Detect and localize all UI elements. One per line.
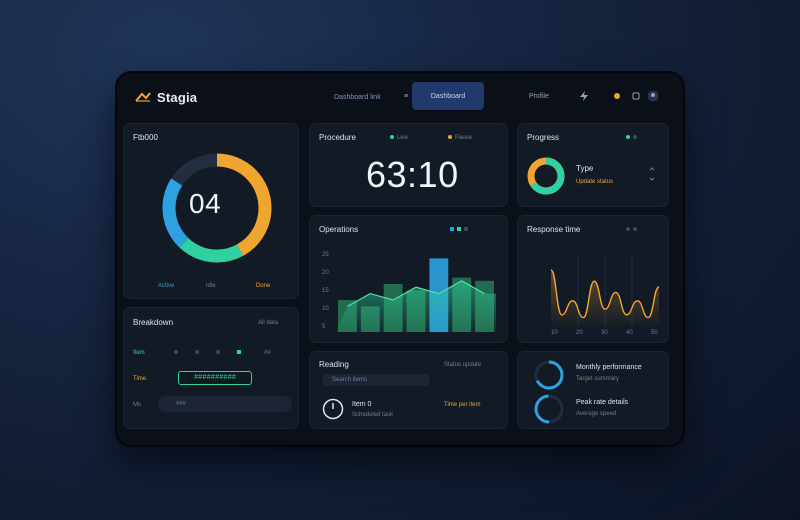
search-input[interactable]: Search items xyxy=(322,374,430,386)
y-tick-label: 5 xyxy=(322,324,326,330)
gauge-ring-2 xyxy=(534,394,564,424)
progress-card-title: Progress xyxy=(527,133,560,142)
top-bar: Stagia Dashboard link ≡ Dashboard Profil… xyxy=(127,79,673,115)
operations-chart xyxy=(336,258,496,332)
progress-card: Progress Type Update status xyxy=(517,123,669,207)
gauge-ring-1 xyxy=(534,360,564,390)
progress-label: Type xyxy=(576,164,594,173)
operations-card-title: Operations xyxy=(319,225,359,234)
response-legend xyxy=(626,227,640,233)
x-tick-label: 30 xyxy=(601,330,608,336)
x-tick-label: 40 xyxy=(626,330,633,336)
response-chart xyxy=(550,256,660,326)
y-tick-label: 20 xyxy=(322,270,329,276)
bell-icon[interactable] xyxy=(629,89,643,103)
response-card-title: Response time xyxy=(527,225,581,234)
gauge-row-2-label: Peak rate details xyxy=(576,399,629,406)
gauge-card: Monthly performance Target summary Peak … xyxy=(517,351,669,429)
row-value-item: ## xyxy=(264,350,271,356)
y-tick-label: 15 xyxy=(322,288,329,294)
breakdown-card-title: Breakdown xyxy=(133,318,174,327)
reading-card-title: Reading xyxy=(319,360,349,369)
reading-meta: Status update xyxy=(444,362,482,368)
legend-pause: Pause xyxy=(448,135,472,141)
response-card: Response time 10 20 30 40 50 xyxy=(517,215,669,343)
app-logo[interactable]: Stagia xyxy=(135,90,197,105)
x-tick-label: 10 xyxy=(551,330,558,336)
reading-item: Item 0 xyxy=(352,401,372,408)
gauge-row-1-label: Monthly performance xyxy=(576,364,642,371)
operations-card: Operations 25 20 15 10 5 xyxy=(309,215,508,343)
gauge-row-1-sub: Target summary xyxy=(576,376,620,382)
sun-icon[interactable] xyxy=(610,89,624,103)
legend-idle: Idle xyxy=(206,283,216,289)
reading-meta2: Time per item xyxy=(444,402,481,408)
timer-icon xyxy=(322,398,344,420)
time-slider[interactable]: ########## xyxy=(178,371,252,385)
tab-dashboard[interactable]: Dashboard xyxy=(412,82,484,110)
breakdown-card: Breakdown All data Item ## Time ########… xyxy=(123,307,299,429)
y-tick-label: 25 xyxy=(322,252,329,258)
device-frame: Stagia Dashboard link ≡ Dashboard Profil… xyxy=(117,73,683,445)
menu-icon[interactable]: ≡ xyxy=(404,93,408,100)
clock-card-title: Procedure xyxy=(319,133,356,142)
progress-legend xyxy=(626,135,640,141)
timer-card: Ftb000 04 Active Idle Done xyxy=(123,123,299,299)
row-label-item: Item xyxy=(133,350,145,356)
area-fill xyxy=(336,280,496,332)
chevron-icon[interactable] xyxy=(648,167,656,181)
row-label-ms: Ms xyxy=(133,402,141,408)
row-value-ms: ### xyxy=(176,401,187,407)
nav-link[interactable]: Dashboard link xyxy=(334,94,381,101)
x-tick-label: 50 xyxy=(651,330,658,336)
x-tick-label: 20 xyxy=(576,330,583,336)
timer-card-title: Ftb000 xyxy=(133,133,158,142)
app-name: Stagia xyxy=(157,89,198,105)
row-track-1[interactable] xyxy=(174,348,246,356)
reading-item-sub: Scheduled task xyxy=(352,412,394,418)
row-label-time: Time xyxy=(133,376,147,382)
timer-value: 04 xyxy=(189,188,222,219)
tab-dashboard-label: Dashboard xyxy=(430,92,466,100)
logo-icon xyxy=(135,92,151,102)
clock-card: Procedure Live Pause 63:10 xyxy=(309,123,508,207)
progress-donut xyxy=(527,157,565,195)
bolt-icon[interactable] xyxy=(577,89,591,103)
gauge-row-2-sub: Average speed xyxy=(576,411,617,417)
legend-active: Active xyxy=(158,283,175,289)
profile-link[interactable]: Profile xyxy=(529,93,549,100)
clock-value: 63:10 xyxy=(366,154,459,195)
operations-legend xyxy=(450,227,471,233)
y-tick-label: 10 xyxy=(322,306,329,312)
progress-sub: Update status xyxy=(576,179,614,185)
user-icon[interactable] xyxy=(646,89,660,103)
reading-card: Reading Status update Search items Item … xyxy=(309,351,508,429)
legend-live: Live xyxy=(390,135,408,141)
breakdown-tag[interactable]: All data xyxy=(258,320,278,326)
legend-done: Done xyxy=(256,283,271,289)
